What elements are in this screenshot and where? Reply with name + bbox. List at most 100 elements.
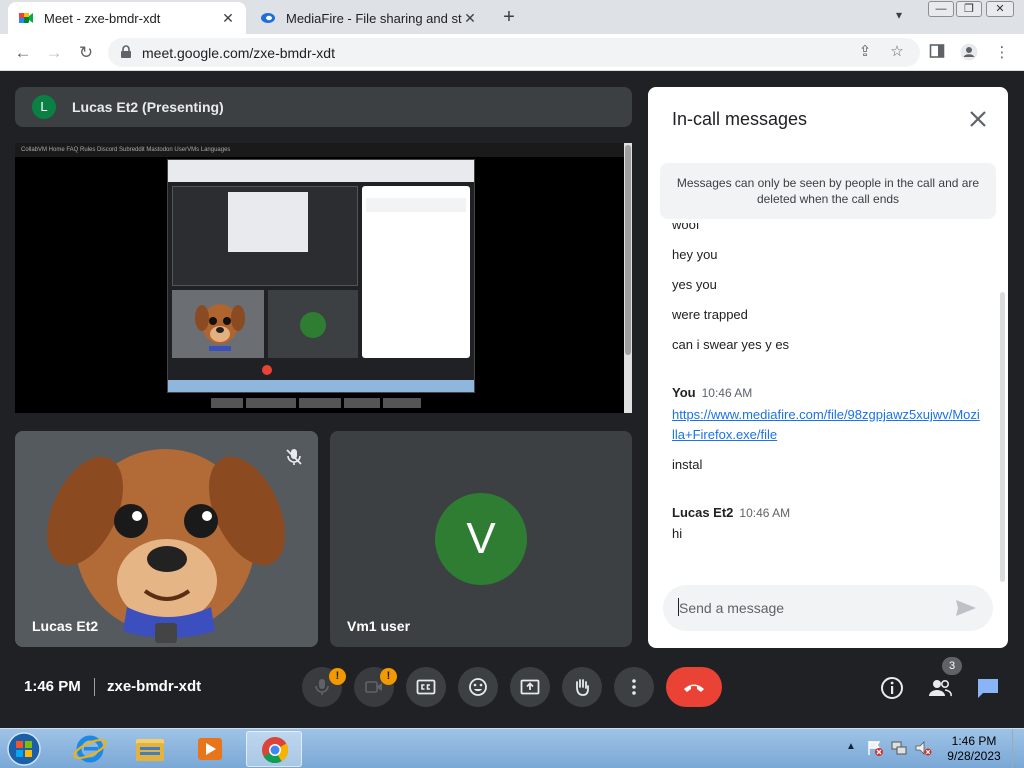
send-message-input[interactable]: Send a message [663,585,993,631]
presenter-label: Lucas Et2 (Presenting) [72,99,224,115]
clock-date: 9/28/2023 [947,749,1001,763]
message-list-scrollbar[interactable] [1000,292,1005,582]
leave-call-button[interactable] [666,667,722,707]
windows-start-icon[interactable] [4,731,44,767]
window-close-button[interactable]: ✕ [986,1,1014,17]
message-sender: You [672,385,696,400]
people-icon[interactable] [927,675,953,701]
more-vert-icon [632,679,636,695]
camera-warning-badge: ! [380,668,397,685]
browser-toolbar: ← → ↻ meet.google.com/zxe-bmdr-xdt ⇪ ☆ ⋮ [0,34,1024,71]
meet-stage: L Lucas Et2 (Presenting) CollabVM Home F… [0,71,1024,728]
message-sender: Lucas Et2 [672,505,734,520]
emoji-icon [469,678,487,696]
panel-title: In-call messages [672,109,808,129]
show-desktop-button[interactable] [1012,729,1024,768]
tab-title: MediaFire - File sharing and storage [286,10,462,26]
clock-time: 1:46 PM [951,734,997,748]
new-tab-plus-icon[interactable]: + [498,6,520,29]
message-header: You 10:46 AM [672,385,752,400]
raise-hand-button[interactable] [562,667,602,707]
presenter-banner: L Lucas Et2 (Presenting) [15,87,632,127]
internet-explorer-taskbar-button[interactable] [62,731,118,767]
browser-menu-icon[interactable]: ⋮ [992,43,1012,63]
screen-share-scrollbar[interactable] [624,143,632,413]
tab-mediafire[interactable]: MediaFire - File sharing and storage ✕ [250,2,488,34]
volume-muted-icon[interactable] [914,739,932,757]
closed-captions-icon [416,679,436,695]
captions-button[interactable] [406,667,446,707]
chat-privacy-notice: Messages can only be seen by people in t… [660,163,996,219]
network-icon[interactable] [890,739,908,757]
restore-button[interactable]: ❐ [956,1,982,17]
message-list: woof hey you yes you were trapped can i … [648,223,1008,563]
tab-search-chevron-icon[interactable]: ▾ [896,8,902,22]
shared-screen-content [167,159,475,393]
meeting-code: zxe-bmdr-xdt [107,678,202,695]
mic-off-icon [286,449,302,465]
shared-screen-top-bar: CollabVM Home FAQ Rules Discord Subreddi… [15,143,625,157]
reactions-button[interactable] [458,667,498,707]
dog-avatar [15,431,318,647]
folder-icon [136,739,164,761]
explorer-taskbar-button[interactable] [122,731,178,767]
tab-close-icon[interactable]: ✕ [462,10,478,27]
input-placeholder: Send a message [679,600,785,616]
message-text: yes you [672,277,717,292]
message-text: hi [672,526,683,541]
close-icon[interactable] [968,109,988,129]
participant-name: Lucas Et2 [32,618,99,634]
participant-tile-lucas[interactable]: Lucas Et2 [15,431,318,647]
message-text: can i swear yes y es [672,337,790,352]
message-link[interactable]: https://www.mediafire.com/file/98zgpjawz… [672,405,982,445]
more-options-button[interactable] [614,667,654,707]
message-time: 10:46 AM [701,386,753,400]
participant-count-badge: 3 [942,657,962,675]
screen-share-view[interactable]: CollabVM Home FAQ Rules Discord Subreddi… [15,143,632,413]
url-text: meet.google.com/zxe-bmdr-xdt [142,45,335,61]
mediafire-icon [261,13,275,23]
in-call-messages-panel: In-call messages Messages can only be se… [648,87,1008,648]
message-header: Lucas Et2 10:46 AM [672,505,790,520]
shared-screen-buttons [211,395,441,408]
forward-arrow-icon[interactable]: → [43,42,65,64]
google-meet-icon [19,13,33,23]
reload-icon[interactable]: ↻ [75,42,97,64]
windows-taskbar: ▲ 1:46 PM 9/28/2023 [0,728,1024,768]
message-time: 10:46 AM [739,506,791,520]
message-text: woof [672,223,700,232]
present-screen-button[interactable] [510,667,550,707]
participant-name: Vm1 user [347,618,411,634]
participant-tile-vm1[interactable]: V Vm1 user [330,431,632,647]
side-panel-icon[interactable] [927,43,947,63]
chrome-taskbar-button[interactable] [246,731,302,767]
tab-title: Meet - zxe-bmdr-xdt [44,10,161,26]
hang-up-icon [684,684,704,692]
show-hidden-icons-icon[interactable]: ▲ [846,741,856,752]
minimize-button[interactable]: — [928,1,954,17]
action-center-flag-icon[interactable] [866,739,884,757]
share-icon[interactable]: ⇪ [856,43,874,61]
tab-strip: Meet - zxe-bmdr-xdt ✕ MediaFire - File s… [0,0,1024,34]
message-text: were trapped [672,307,748,322]
meeting-details-info-icon[interactable] [879,675,905,701]
raise-hand-icon [576,679,589,696]
message-text: instal [672,457,703,472]
media-player-icon [198,738,222,760]
bookmark-star-icon[interactable]: ☆ [888,43,906,61]
back-arrow-icon[interactable]: ← [12,42,34,64]
profile-avatar-icon[interactable] [959,43,979,63]
chrome-icon [262,737,289,764]
send-icon[interactable] [955,599,977,617]
mic-warning-badge: ! [329,668,346,685]
taskbar-clock[interactable]: 1:46 PM 9/28/2023 [944,734,1004,764]
present-screen-icon [520,679,540,695]
chat-icon[interactable] [975,675,1001,701]
tab-close-icon[interactable]: ✕ [220,10,236,27]
avatar: V [435,493,527,585]
avatar: L [32,95,56,119]
tab-meet[interactable]: Meet - zxe-bmdr-xdt ✕ [8,2,246,34]
address-bar[interactable]: meet.google.com/zxe-bmdr-xdt ⇪ ☆ [108,38,920,67]
media-player-taskbar-button[interactable] [182,731,238,767]
lock-icon [121,45,131,58]
